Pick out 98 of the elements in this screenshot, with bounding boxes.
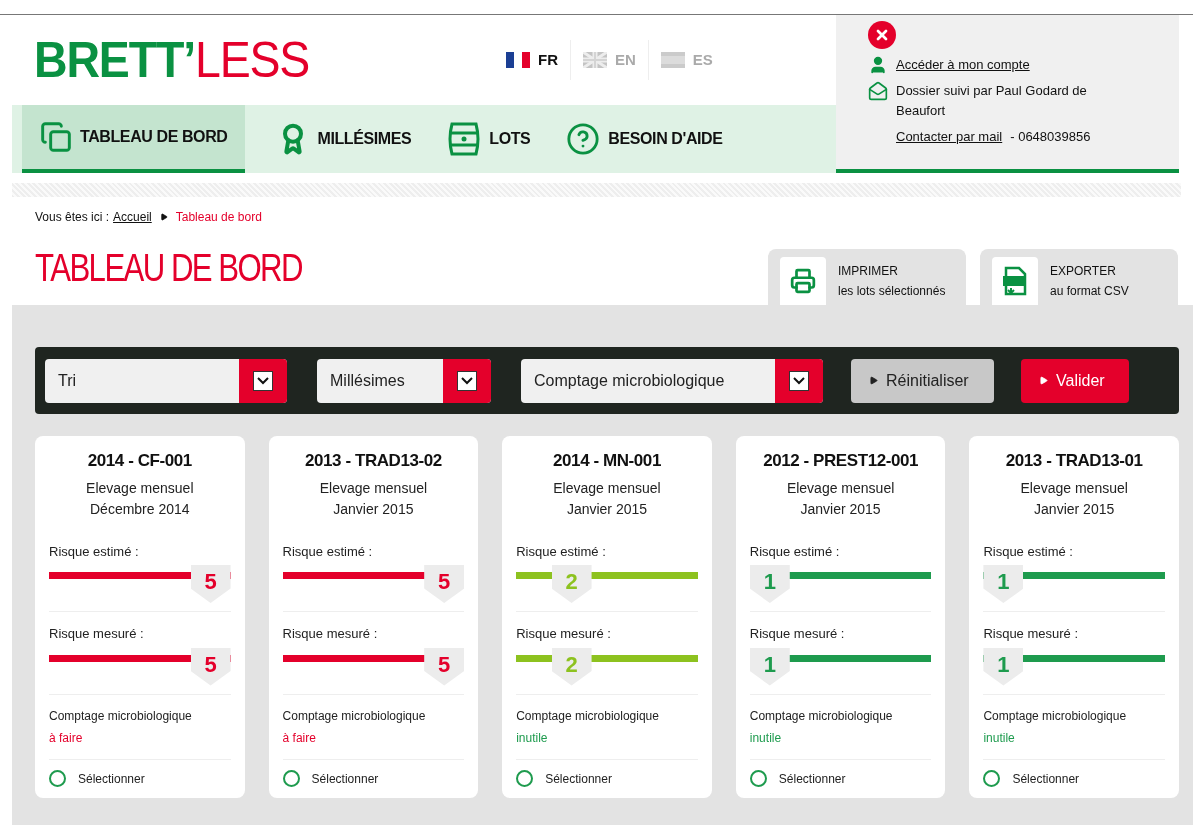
- lot-type: Elevage mensuel: [318, 478, 429, 498]
- count-label: Comptage microbiologique: [516, 707, 660, 725]
- account-link[interactable]: Accéder à mon compte: [896, 55, 1030, 75]
- count-status: à faire: [282, 729, 317, 747]
- action-title: EXPORTER: [1050, 263, 1117, 280]
- select-radio[interactable]: [49, 770, 66, 787]
- nav-tab[interactable]: MILLÉSIMES: [259, 105, 430, 173]
- contact-link[interactable]: Contacter par mail: [896, 127, 1003, 147]
- count-status: inutile: [516, 729, 549, 747]
- select-label[interactable]: Sélectionner: [1012, 769, 1080, 788]
- barrel-icon: [447, 121, 482, 157]
- select-label[interactable]: Sélectionner: [311, 769, 379, 788]
- risk-label: Risque mesuré :: [983, 625, 1080, 643]
- select-label[interactable]: Sélectionner: [778, 769, 846, 788]
- brand-logo: BRETT’LESS: [34, 35, 311, 85]
- count-label: Comptage microbiologique: [282, 707, 427, 725]
- flag-icon: [660, 52, 685, 68]
- phone-number: - 0648039856: [1010, 128, 1091, 146]
- lot-date: Janvier 2015: [1033, 499, 1116, 519]
- select-radio[interactable]: [516, 770, 534, 787]
- play-icon: [1039, 376, 1048, 385]
- lot-title: 2014 - CF-001: [86, 450, 193, 472]
- action-subtitle: au format CSV: [1050, 283, 1129, 300]
- lot-title: 2012 - PREST12-001: [762, 450, 919, 472]
- risk-label: Risque estimé :: [49, 542, 140, 561]
- mail-icon: [868, 81, 888, 101]
- lot-title: 2013 - TRAD13-01: [1004, 450, 1144, 472]
- risk-marker: 1: [983, 647, 1024, 686]
- lot-title: 2014 - MN-001: [552, 450, 662, 472]
- nav-tab[interactable]: TABLEAU DE BORD: [22, 105, 246, 173]
- breadcrumb-prefix: Vous êtes ici :: [35, 209, 110, 226]
- dropdown-icon: [253, 370, 273, 391]
- risk-label: Risque estimé :: [983, 542, 1074, 561]
- select-label[interactable]: Sélectionner: [78, 769, 145, 788]
- play-icon: [869, 376, 878, 385]
- lot-type: Elevage mensuel: [1019, 478, 1129, 498]
- count-status: inutile: [749, 729, 783, 747]
- breadcrumb-current: Tableau de bord: [175, 209, 262, 226]
- nav-tab[interactable]: BESOIN D'AIDE: [548, 105, 741, 173]
- risk-marker: 5: [424, 565, 465, 603]
- lot-title: 2013 - TRAD13-02: [303, 450, 443, 472]
- close-icon: [874, 27, 890, 43]
- language-option[interactable]: FR: [494, 40, 570, 80]
- select-radio[interactable]: [749, 770, 767, 787]
- risk-label: Risque estimé :: [282, 542, 374, 561]
- lot-date: Décembre 2014: [89, 499, 191, 519]
- filter-select[interactable]: Comptage microbiologique: [521, 358, 823, 403]
- close-button[interactable]: [868, 21, 896, 49]
- risk-marker: 2: [551, 565, 592, 603]
- filter-select[interactable]: Tri: [45, 358, 287, 403]
- dropdown-icon: [789, 370, 809, 391]
- nav-tab[interactable]: LOTS: [429, 105, 549, 173]
- risk-marker: 1: [749, 647, 790, 686]
- printer-icon: [790, 268, 816, 294]
- risk-marker: 1: [749, 565, 790, 603]
- help-icon: [566, 122, 601, 156]
- risk-label: Risque mesuré :: [749, 625, 846, 643]
- risk-marker: 5: [424, 647, 465, 686]
- flag-icon: [506, 52, 530, 68]
- lot-type: Elevage mensuel: [552, 478, 662, 498]
- action-subtitle: les lots sélectionnés: [838, 283, 946, 300]
- select-radio[interactable]: [983, 770, 1001, 787]
- clipboard-icon: [40, 121, 72, 153]
- dropdown-icon: [457, 370, 477, 391]
- risk-marker: 5: [190, 647, 231, 686]
- risk-label: Risque estimé :: [749, 542, 841, 561]
- lot-type: Elevage mensuel: [85, 478, 195, 498]
- risk-label: Risque mesuré :: [516, 625, 612, 643]
- user-icon: [868, 55, 888, 75]
- risk-label: Risque mesuré :: [282, 625, 379, 643]
- count-status: inutile: [983, 729, 1016, 747]
- lot-type: Elevage mensuel: [785, 478, 896, 498]
- count-label: Comptage microbiologique: [49, 707, 193, 725]
- risk-label: Risque estimé :: [516, 542, 607, 561]
- risk-marker: 1: [983, 565, 1024, 603]
- lot-date: Janvier 2015: [565, 499, 649, 519]
- risk-label: Risque mesuré :: [49, 625, 145, 643]
- reset-button[interactable]: Réinitialiser: [851, 358, 994, 403]
- action-button[interactable]: EXPORTER au format CSV: [980, 249, 1178, 305]
- risk-marker: 5: [190, 565, 231, 603]
- filter-select[interactable]: Millésimes: [317, 358, 491, 403]
- flag-icon: [583, 52, 607, 68]
- select-label[interactable]: Sélectionner: [545, 769, 612, 788]
- count-status: à faire: [49, 729, 84, 747]
- select-radio[interactable]: [282, 770, 300, 787]
- csv-file-icon: [1002, 266, 1028, 296]
- breadcrumb-arrow-icon: [159, 213, 168, 221]
- page-title: TABLEAU DE BORD: [35, 246, 302, 291]
- lot-date: Janvier 2015: [799, 499, 882, 519]
- followed-by-text: Dossier suivi par Paul Godard de Beaufort: [896, 82, 1088, 120]
- submit-button[interactable]: Valider: [1021, 358, 1129, 403]
- lot-date: Janvier 2015: [332, 499, 415, 519]
- count-label: Comptage microbiologique: [983, 707, 1128, 725]
- breadcrumb-link[interactable]: Accueil: [113, 208, 152, 226]
- action-title: IMPRIMER: [838, 263, 899, 280]
- count-label: Comptage microbiologique: [749, 707, 894, 725]
- risk-marker: 2: [551, 647, 592, 686]
- action-button[interactable]: IMPRIMER les lots sélectionnés: [768, 249, 966, 305]
